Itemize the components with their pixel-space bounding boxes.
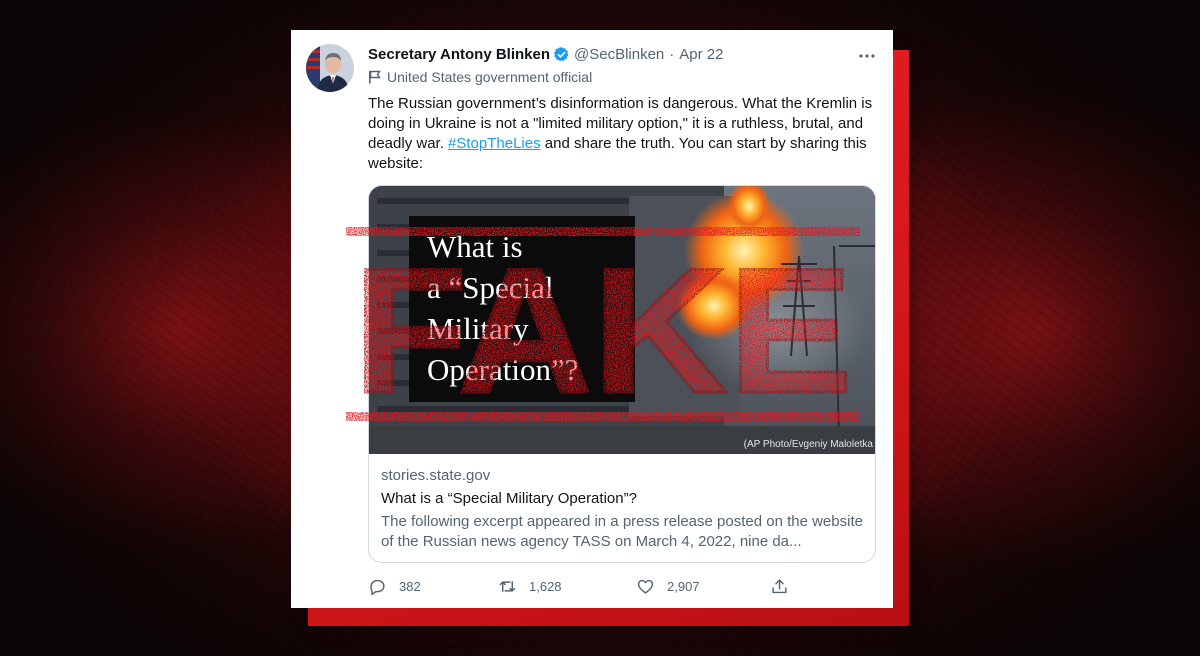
separator-dot: · xyxy=(669,45,675,63)
handle[interactable]: @SecBlinken xyxy=(574,46,664,63)
image-text-line: Military xyxy=(427,311,529,346)
image-text-line: a “Special xyxy=(427,270,554,305)
like-button[interactable]: 2,907 xyxy=(636,575,700,597)
like-icon xyxy=(637,579,654,594)
share-button[interactable] xyxy=(770,575,789,597)
tweet-card[interactable]: Secretary Antony Blinken @SecBlinken · A… xyxy=(291,30,893,608)
reply-button[interactable]: 382 xyxy=(368,575,421,597)
link-preview-card[interactable]: What is a “Special Military Operation”? … xyxy=(368,185,876,563)
affiliation-text: United States government official xyxy=(387,69,593,85)
more-icon[interactable] xyxy=(857,46,877,66)
retweet-count: 1,628 xyxy=(529,578,562,594)
like-count: 2,907 xyxy=(667,578,700,594)
image-text-line: What is xyxy=(427,229,523,264)
retweet-button[interactable]: 1,628 xyxy=(498,575,562,597)
avatar[interactable] xyxy=(306,44,354,92)
image-text-line: Operation”? xyxy=(427,352,579,387)
share-icon xyxy=(772,578,787,593)
tweet-date[interactable]: Apr 22 xyxy=(679,46,723,63)
government-flag-icon xyxy=(369,70,381,84)
affiliation-label: United States government official xyxy=(368,69,592,85)
link-preview-image[interactable]: What is a “Special Military Operation”? … xyxy=(369,186,875,454)
link-preview-meta[interactable]: stories.state.gov What is a “Special Mil… xyxy=(381,466,865,552)
link-description: The following excerpt appeared in a pres… xyxy=(381,513,863,550)
reply-icon xyxy=(370,579,385,595)
tweet-header: Secretary Antony Blinken @SecBlinken · A… xyxy=(368,44,723,64)
reply-count: 382 xyxy=(399,578,421,594)
photo-credit: (AP Photo/Evgeniy Maloletka xyxy=(743,439,873,450)
hashtag-link[interactable]: #StopTheLies xyxy=(448,135,541,152)
link-title: What is a “Special Military Operation”? xyxy=(381,490,637,507)
verified-badge-icon xyxy=(554,46,569,61)
tweet-text: The Russian government’s disinformation … xyxy=(368,94,880,174)
tweet-actions: 382 1,628 2,907 xyxy=(368,575,808,597)
image-overlay-text: What is a “Special Military Operation”? xyxy=(427,226,687,390)
display-name[interactable]: Secretary Antony Blinken xyxy=(368,46,550,63)
retweet-icon xyxy=(499,580,516,592)
link-domain: stories.state.gov xyxy=(381,467,491,484)
